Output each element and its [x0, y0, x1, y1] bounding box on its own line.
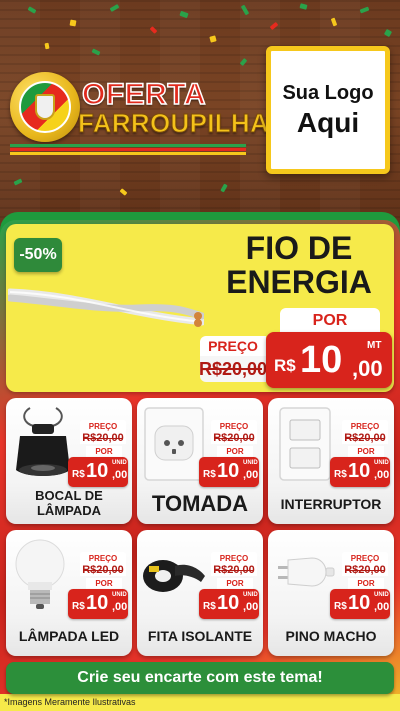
old-price: R$20,00 [211, 564, 257, 576]
price-decimal: ,00 [243, 469, 259, 481]
currency: R$ [334, 469, 347, 480]
featured-old-price: R$20,00 [199, 356, 267, 382]
price-unit: UNID [112, 460, 127, 466]
featured-currency: R$ [274, 356, 296, 375]
featured-title-line2: ENERGIA [226, 263, 372, 300]
price-integer: 10 [217, 592, 240, 614]
led-bulb-icon [15, 539, 65, 609]
price-integer: 10 [348, 460, 371, 482]
logo-placeholder-line2: Aqui [296, 106, 360, 138]
por-label: POR [217, 578, 253, 589]
product-name: PINO MACHO [285, 627, 377, 644]
price-integer: 10 [86, 460, 109, 482]
lamp-socket-icon [16, 407, 70, 476]
price-unit: UNID [112, 592, 127, 598]
price-tag: R$ 10 UNID ,00 [68, 589, 128, 619]
price-tag: R$ 10 UNID ,00 [199, 589, 259, 619]
preco-label: PREÇO [80, 552, 126, 564]
price-tag: R$ 10 UNID ,00 [330, 589, 390, 619]
price-tag: R$ 10 UNID ,00 [68, 457, 128, 487]
por-label: POR [86, 578, 122, 589]
old-price: R$20,00 [80, 564, 126, 576]
discount-badge: -50% [14, 238, 62, 272]
preco-label: PREÇO [80, 420, 126, 432]
logo-placeholder-line1: Sua Logo [282, 81, 374, 104]
price-unit: UNID [243, 592, 258, 598]
featured-por-label: POR [280, 308, 380, 334]
product-card-tomada[interactable]: PREÇO R$20,00 POR R$ 10 UNID ,00 TOMADA [137, 398, 263, 524]
price-unit: UNID [243, 460, 258, 466]
tape-icon [143, 560, 205, 592]
featured-price-decimal: ,00 [352, 356, 383, 381]
currency: R$ [72, 469, 85, 480]
old-price: R$20,00 [211, 432, 257, 444]
plug-icon [278, 557, 335, 587]
preco-label: PREÇO [342, 552, 388, 564]
featured-price-integer: 10 [300, 339, 343, 381]
price-decimal: ,00 [112, 601, 128, 613]
outlet-icon [144, 407, 204, 481]
logo-placeholder[interactable]: Sua Logo Aqui [266, 46, 390, 174]
campaign-logo: OFERTA FARROUPILHA [8, 70, 269, 154]
product-card-pino-macho[interactable]: PREÇO R$20,00 POR R$ 10 UNID ,00 PINO MA… [268, 530, 394, 656]
state-seal-icon [10, 72, 80, 142]
flag-stripe-yellow [10, 152, 246, 155]
product-name: FITA ISOLANTE [147, 627, 253, 644]
price-tag: R$ 10 UNID ,00 [199, 457, 259, 487]
campaign-title-line1: OFERTA [81, 77, 207, 112]
currency: R$ [203, 469, 216, 480]
switch-icon [279, 407, 331, 481]
price-decimal: ,00 [243, 601, 259, 613]
featured-product-title: FIO DE ENERGIA [206, 230, 392, 300]
product-name: INTERRUPTOR [280, 495, 382, 512]
currency: R$ [203, 601, 216, 612]
featured-preco-label: PREÇO [200, 336, 266, 356]
product-name: BOCAL DE LÂMPADA [35, 488, 103, 518]
price-decimal: ,00 [374, 601, 390, 613]
por-label: POR [217, 446, 253, 457]
price-decimal: ,00 [374, 469, 390, 481]
preco-label: PREÇO [342, 420, 388, 432]
currency: R$ [334, 601, 347, 612]
product-card-bocal[interactable]: PREÇO R$20,00 POR R$ 10 UNID ,00 BOCAL D… [6, 398, 132, 524]
flag-stripe-red [10, 148, 246, 151]
preco-label: PREÇO [211, 420, 257, 432]
por-label: POR [348, 578, 384, 589]
old-price: R$20,00 [342, 432, 388, 444]
price-integer: 10 [217, 460, 240, 482]
product-name: TOMADA [151, 490, 249, 516]
price-tag: R$ 10 UNID ,00 [330, 457, 390, 487]
por-label: POR [348, 446, 384, 457]
featured-price-unit: MT [367, 340, 382, 351]
featured-price-tag: R$ 10 ,00 MT [266, 332, 392, 388]
old-price: R$20,00 [80, 432, 126, 444]
featured-title-line1: FIO DE [245, 230, 353, 266]
flag-stripe-green [10, 144, 246, 147]
product-name: LÂMPADA LED [18, 627, 120, 644]
price-unit: UNID [374, 592, 389, 598]
product-card-interruptor[interactable]: PREÇO R$20,00 POR R$ 10 UNID ,00 INTERRU… [268, 398, 394, 524]
price-decimal: ,00 [112, 469, 128, 481]
campaign-title-line2: FARROUPILHA [77, 108, 270, 139]
product-card-fita-isolante[interactable]: PREÇO R$20,00 POR R$ 10 UNID ,00 FITA IS… [137, 530, 263, 656]
product-card-lampada-led[interactable]: PREÇO R$20,00 POR R$ 10 UNID ,00 LÂMPADA… [6, 530, 132, 656]
price-unit: UNID [374, 460, 389, 466]
price-integer: 10 [86, 592, 109, 614]
old-price: R$20,00 [342, 564, 388, 576]
currency: R$ [72, 601, 85, 612]
create-flyer-button[interactable]: Crie seu encarte com este tema! [6, 662, 394, 694]
disclaimer-text: *Imagens Meramente Ilustrativas [4, 697, 136, 707]
por-label: POR [86, 446, 122, 457]
preco-label: PREÇO [211, 552, 257, 564]
cable-icon [8, 288, 204, 327]
price-integer: 10 [348, 592, 371, 614]
